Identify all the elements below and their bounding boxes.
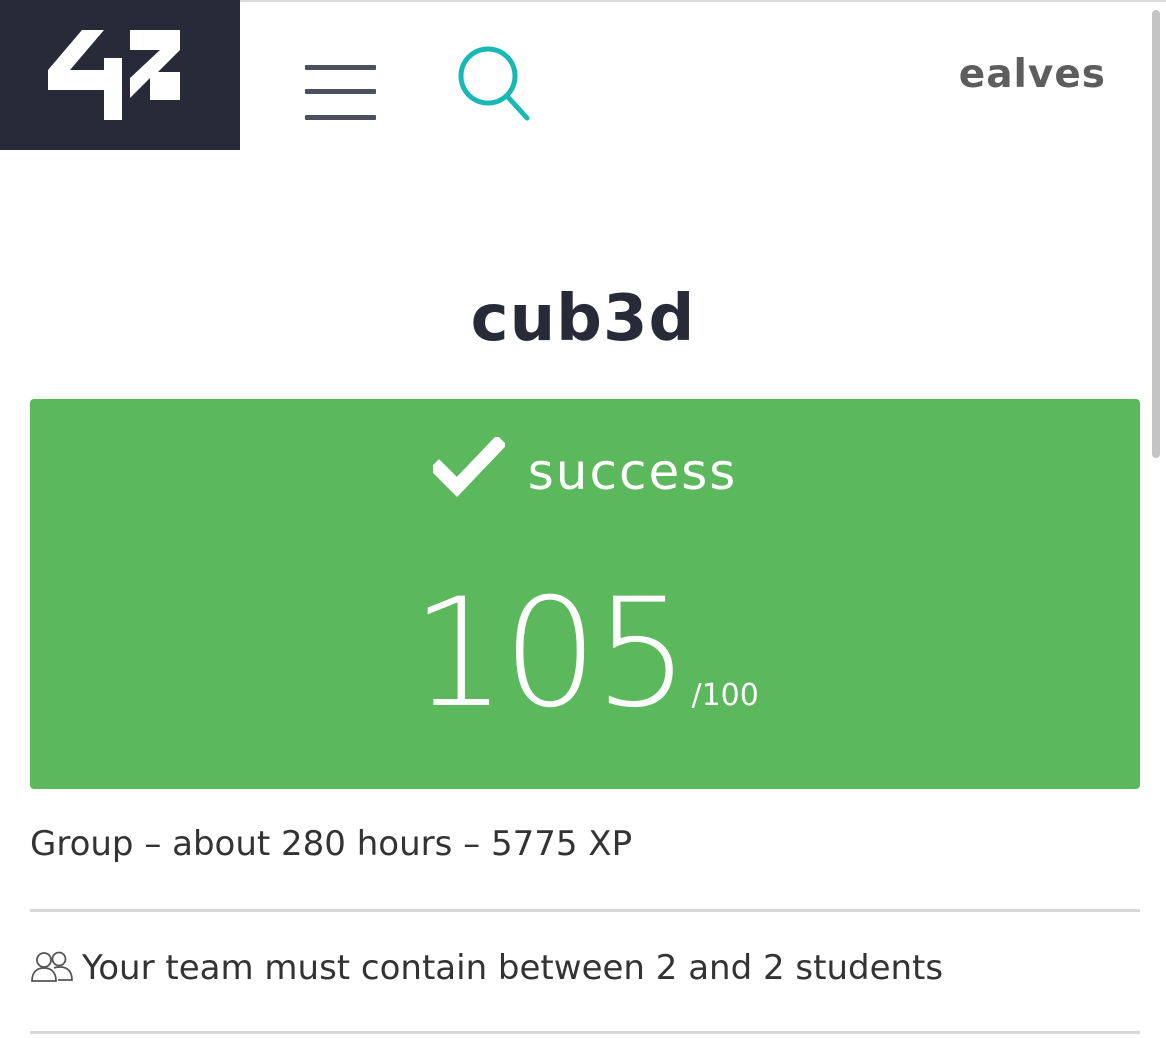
- project-title: cub3d: [470, 282, 696, 356]
- divider: [30, 909, 1140, 912]
- team-rule: Your team must contain between 2 and 2 s…: [30, 948, 943, 988]
- score-max: /100: [691, 678, 759, 713]
- logo-42[interactable]: [0, 0, 240, 150]
- divider: [30, 1031, 1140, 1034]
- status-label: success: [527, 443, 738, 501]
- project-meta: Group – about 280 hours – 5775 XP: [30, 824, 633, 864]
- scrollbar[interactable]: [1152, 10, 1160, 458]
- menu-button[interactable]: [300, 58, 382, 124]
- result-panel: success 105/100: [30, 399, 1140, 789]
- status-row: success: [30, 437, 1140, 501]
- page: ealves cub3d success 105/100 Group – abo…: [0, 0, 1166, 1038]
- hamburger-menu-icon: [305, 65, 376, 120]
- search-icon: [458, 46, 530, 121]
- team-rule-text: Your team must contain between 2 and 2 s…: [82, 948, 944, 988]
- username-link[interactable]: ealves: [959, 52, 1106, 97]
- checkmark-icon: [432, 437, 505, 498]
- score-row: 105/100: [30, 579, 1140, 729]
- group-users-icon: [31, 951, 73, 982]
- score-value: 105: [411, 567, 689, 741]
- logo-42-icon: [48, 30, 180, 120]
- search-button[interactable]: [450, 46, 536, 126]
